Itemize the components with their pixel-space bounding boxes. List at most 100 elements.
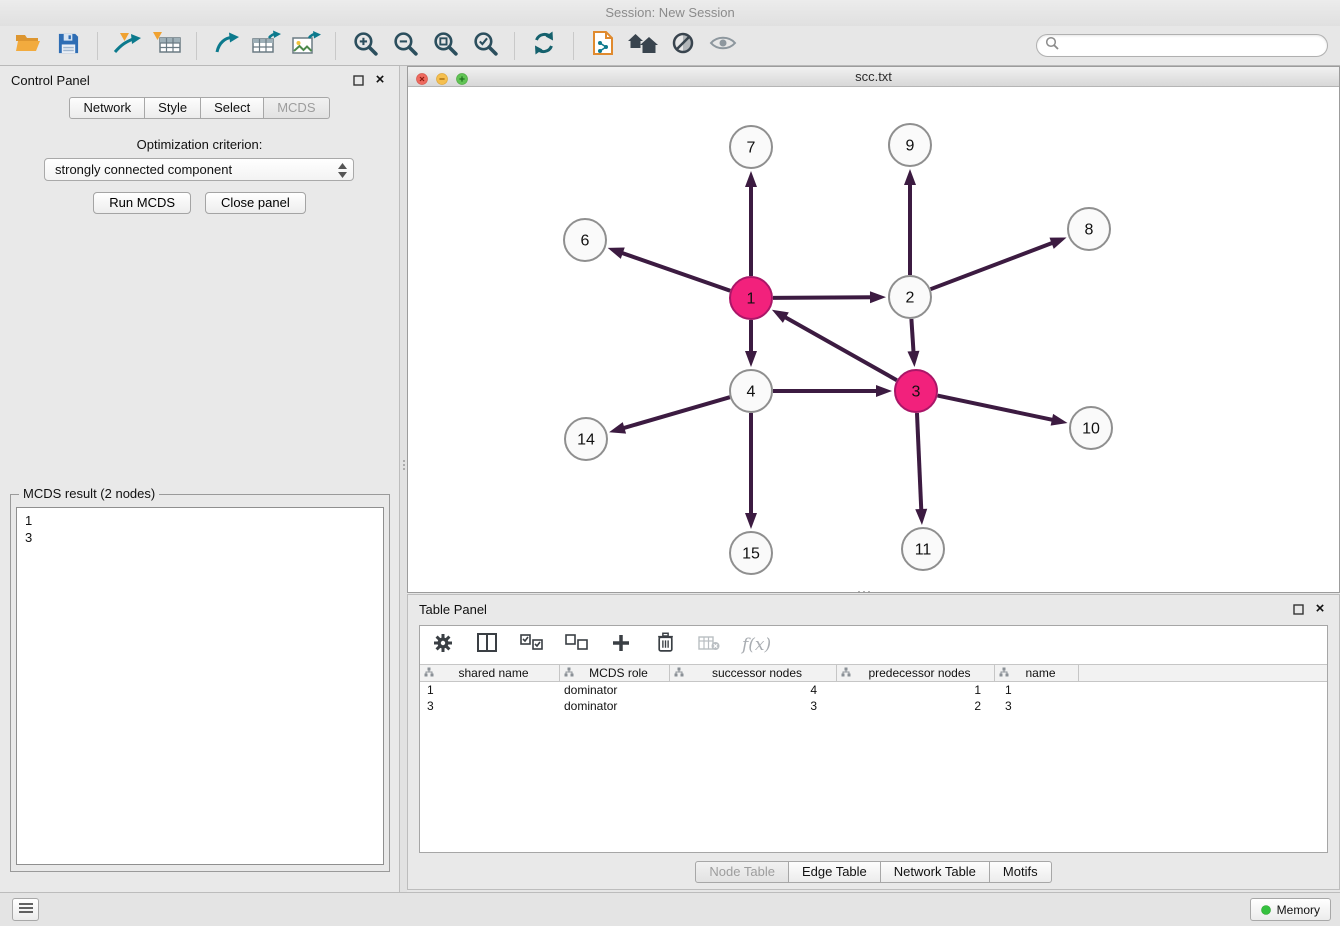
- import-network-button[interactable]: [109, 29, 145, 63]
- select-all-columns-button[interactable]: [520, 633, 543, 657]
- graph-edge-2-8[interactable]: [931, 242, 1055, 289]
- home-icon: [627, 31, 659, 60]
- table-panel: Table Panel ×: [407, 594, 1340, 890]
- graph-edge-arrowhead: [904, 169, 916, 185]
- export-image-button[interactable]: [288, 29, 324, 63]
- cell-shared-name: 3: [420, 698, 560, 714]
- column-header-successor-nodes[interactable]: successor nodes: [670, 665, 837, 681]
- table-settings-button[interactable]: [432, 633, 454, 657]
- network-view-window: scc.txt 1234678910111415: [407, 66, 1340, 593]
- show-columns-button[interactable]: [476, 633, 498, 657]
- close-panel-button[interactable]: Close panel: [205, 192, 306, 214]
- tab-select[interactable]: Select: [201, 97, 264, 119]
- float-panel-icon[interactable]: [350, 72, 366, 88]
- cell-mcds-role: dominator: [560, 698, 670, 714]
- import-style-button[interactable]: [585, 29, 621, 63]
- zoom-out-button[interactable]: [387, 29, 423, 63]
- table-row[interactable]: 1 dominator 4 1 1: [420, 682, 1327, 698]
- graph-edge-4-14[interactable]: [622, 397, 730, 429]
- vertical-splitter[interactable]: [400, 66, 407, 892]
- table-toolbar: f(x): [420, 626, 1327, 664]
- graph-edge-arrowhead: [772, 310, 789, 323]
- new-network-from-selection-button[interactable]: [208, 29, 244, 63]
- zoom-fit-icon: [432, 30, 459, 62]
- home-button[interactable]: [625, 29, 661, 63]
- float-panel-icon[interactable]: [1290, 601, 1306, 617]
- circle-slash-icon: [671, 31, 695, 60]
- close-panel-icon[interactable]: ×: [1312, 601, 1328, 617]
- mcds-result-box[interactable]: 1 3: [16, 507, 384, 865]
- export-table-button[interactable]: [248, 29, 284, 63]
- zoom-selected-button[interactable]: [467, 29, 503, 63]
- network-canvas[interactable]: 1234678910111415: [408, 87, 1339, 592]
- graph-edge-arrowhead: [745, 513, 757, 529]
- show-panels-button[interactable]: [12, 898, 39, 921]
- table-panel-title: Table Panel: [419, 602, 487, 617]
- eye-icon: [709, 34, 737, 57]
- graph-node-label-2: 2: [906, 290, 915, 307]
- tab-node-table[interactable]: Node Table: [695, 861, 789, 883]
- import-network-icon: [112, 30, 142, 61]
- unchecked-boxes-icon: [565, 634, 588, 656]
- memory-status-icon: [1261, 905, 1271, 915]
- tab-edge-table[interactable]: Edge Table: [789, 861, 881, 883]
- graph-node-label-6: 6: [581, 233, 590, 250]
- optimization-criterion-select[interactable]: strongly connected component: [44, 158, 354, 181]
- cell-name: 3: [995, 698, 1079, 714]
- graph-edge-arrowhead: [1051, 414, 1068, 426]
- graph-edge-3-10[interactable]: [938, 396, 1055, 421]
- column-sort-icon: [999, 666, 1009, 680]
- toggle-details-button[interactable]: [665, 29, 701, 63]
- cell-mcds-role: dominator: [560, 682, 670, 698]
- cell-predecessor-nodes: 1: [837, 682, 995, 698]
- cell-successor-nodes: 3: [670, 698, 837, 714]
- mcds-result-title: MCDS result (2 nodes): [19, 486, 159, 501]
- tab-network-table[interactable]: Network Table: [881, 861, 990, 883]
- column-header-mcds-role[interactable]: MCDS role: [560, 665, 670, 681]
- column-header-shared-name[interactable]: shared name: [420, 665, 560, 681]
- window-title: Session: New Session: [0, 0, 1340, 26]
- mcds-result-line: 3: [25, 529, 375, 546]
- toolbar-search[interactable]: [1036, 34, 1328, 57]
- checked-boxes-icon: [520, 634, 543, 656]
- gear-icon: [433, 633, 453, 658]
- graph-edge-3-11[interactable]: [917, 413, 921, 512]
- apply-layout-button[interactable]: [526, 29, 562, 63]
- node-table-content: f(x) shared name: [419, 625, 1328, 853]
- tab-mcds[interactable]: MCDS: [264, 97, 329, 119]
- image-export-icon: [291, 31, 321, 61]
- column-sort-icon: [674, 666, 684, 680]
- toolbar-separator: [335, 32, 336, 60]
- graph-edge-1-2[interactable]: [773, 297, 873, 298]
- save-session-button[interactable]: [50, 29, 86, 63]
- open-session-button[interactable]: [10, 29, 46, 63]
- show-graphics-button[interactable]: [705, 29, 741, 63]
- graph-edge-1-6[interactable]: [620, 252, 730, 291]
- network-window-title: scc.txt: [855, 69, 892, 84]
- graph-edge-2-3[interactable]: [911, 319, 913, 354]
- zoom-in-button[interactable]: [347, 29, 383, 63]
- graph-edge-3-1[interactable]: [783, 316, 897, 380]
- search-input[interactable]: [1059, 38, 1327, 53]
- memory-button[interactable]: Memory: [1250, 898, 1331, 921]
- zoom-fit-button[interactable]: [427, 29, 463, 63]
- delete-column-button[interactable]: [654, 633, 676, 657]
- tab-network[interactable]: Network: [69, 97, 145, 119]
- close-panel-icon[interactable]: ×: [372, 72, 388, 88]
- run-mcds-button[interactable]: Run MCDS: [93, 192, 191, 214]
- create-column-button[interactable]: [610, 633, 632, 657]
- function-builder-button-disabled: f(x): [742, 633, 771, 657]
- tab-style[interactable]: Style: [145, 97, 201, 119]
- control-panel-tabbar: Network Style Select MCDS: [0, 97, 399, 119]
- unselect-all-columns-button[interactable]: [565, 633, 588, 657]
- import-table-button[interactable]: [149, 29, 185, 63]
- column-header-name[interactable]: name: [995, 665, 1079, 681]
- mcds-result-group: MCDS result (2 nodes) 1 3: [10, 494, 390, 872]
- tab-motifs[interactable]: Motifs: [990, 861, 1052, 883]
- list-icon: [18, 901, 34, 919]
- search-icon: [1045, 36, 1059, 55]
- cell-shared-name: 1: [420, 682, 560, 698]
- table-row[interactable]: 3 dominator 3 2 3: [420, 698, 1327, 714]
- column-header-predecessor-nodes[interactable]: predecessor nodes: [837, 665, 995, 681]
- graph-edge-arrowhead: [907, 351, 919, 367]
